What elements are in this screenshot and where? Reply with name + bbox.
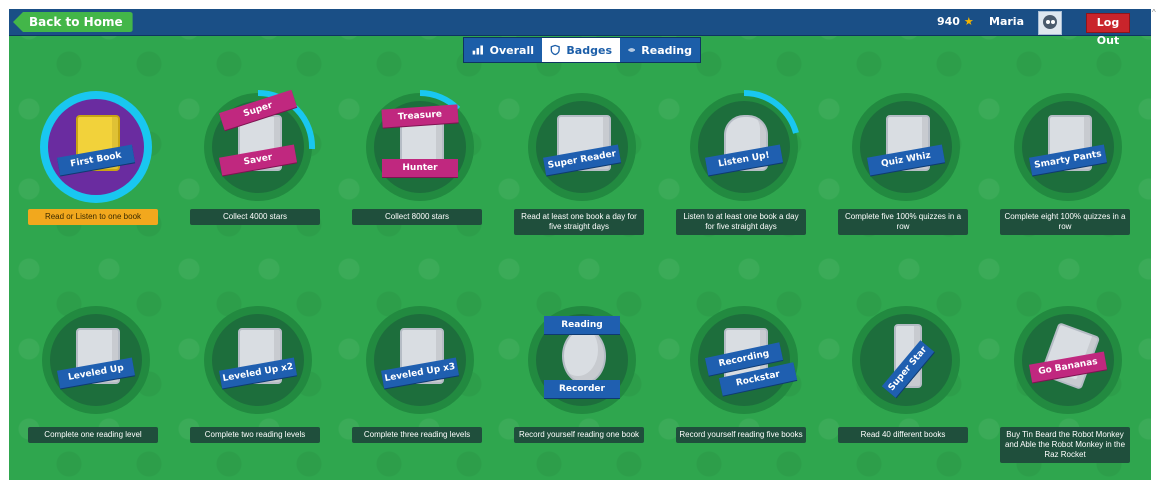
badge-medal: Leveled Up bbox=[38, 302, 154, 418]
badge-caption: Listen to at least one book a day for fi… bbox=[676, 209, 806, 235]
star-icon: ★ bbox=[963, 15, 974, 28]
badge-title-top: Reading bbox=[544, 316, 620, 334]
badge-caption: Read or Listen to one book bbox=[28, 209, 158, 225]
badge-caption: Record yourself reading five books bbox=[676, 427, 806, 443]
username: Maria bbox=[989, 15, 1024, 28]
tab-overall[interactable]: Overall bbox=[464, 38, 542, 62]
rocket-icon bbox=[628, 48, 635, 52]
badge-medal: Super Reader bbox=[524, 89, 640, 205]
badge-caption: Record yourself reading one book bbox=[514, 427, 644, 443]
avatar-eye-left bbox=[1046, 20, 1050, 24]
badge-medal: Smarty Pants bbox=[1010, 89, 1126, 205]
badge-medal: Quiz Whiz bbox=[848, 89, 964, 205]
badge-medal: Leveled Up x2 bbox=[200, 302, 316, 418]
avatar-eye-right bbox=[1051, 20, 1055, 24]
tab-overall-label: Overall bbox=[489, 43, 534, 57]
badge-medal: Super Saver bbox=[200, 89, 316, 205]
badge-medal: First Book bbox=[38, 89, 154, 205]
star-count-value: 940 bbox=[937, 15, 960, 28]
badge-medal: Leveled Up x3 bbox=[362, 302, 478, 418]
badge-caption: Complete two reading levels bbox=[190, 427, 320, 443]
badge-medal: Reading Recorder bbox=[524, 302, 640, 418]
badge-caption: Complete five 100% quizzes in a row bbox=[838, 209, 968, 235]
badge-medal: Treasure Hunter bbox=[362, 89, 478, 205]
star-count: 940 ★ bbox=[937, 15, 974, 28]
badge-title-bottom: Recorder bbox=[544, 380, 620, 398]
badge-caption: Buy Tin Beard the Robot Monkey and Able … bbox=[1000, 427, 1130, 463]
badge-medal: Go Bananas bbox=[1010, 302, 1126, 418]
badge-caption: Complete eight 100% quizzes in a row bbox=[1000, 209, 1130, 235]
tab-badges[interactable]: Badges bbox=[542, 38, 620, 62]
log-out-button[interactable]: Log Out bbox=[1086, 13, 1130, 47]
badge-medal: Listen Up! bbox=[686, 89, 802, 205]
app-frame: Back to Home 940 ★ Maria Log Out Overall bbox=[9, 9, 1151, 480]
record-button-icon bbox=[562, 328, 606, 384]
badge-caption: Complete three reading levels bbox=[352, 427, 482, 443]
bar-chart-icon bbox=[472, 45, 483, 55]
badge-medal: Super Star bbox=[848, 302, 964, 418]
badge-medal: Recording Rockstar bbox=[686, 302, 802, 418]
tab-reading-label: Reading bbox=[641, 43, 692, 57]
window-scrollbar[interactable]: ^ bbox=[1151, 0, 1161, 480]
back-to-home-button[interactable]: Back to Home bbox=[13, 12, 133, 32]
top-bar: Back to Home 940 ★ Maria Log Out bbox=[9, 9, 1151, 47]
badge-caption: Collect 4000 stars bbox=[190, 209, 320, 225]
avatar[interactable] bbox=[1038, 11, 1062, 35]
tab-badges-label: Badges bbox=[566, 43, 612, 57]
badge-caption: Read 40 different books bbox=[838, 427, 968, 443]
badge-title-bottom: Hunter bbox=[382, 159, 458, 177]
badge-caption: Complete one reading level bbox=[28, 427, 158, 443]
section-tabs: Overall Badges Reading bbox=[463, 37, 701, 63]
badge-caption: Read at least one book a day for five st… bbox=[514, 209, 644, 235]
shield-icon bbox=[550, 44, 560, 56]
badge-caption: Collect 8000 stars bbox=[352, 209, 482, 225]
tab-reading[interactable]: Reading bbox=[620, 38, 700, 62]
scroll-up-icon[interactable]: ^ bbox=[1152, 8, 1156, 17]
